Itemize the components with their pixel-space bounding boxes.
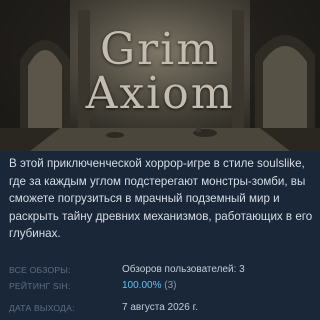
rating-row: РЕЙТИНГ SIH: 100.00% (3) — [9, 279, 314, 293]
game-capsule-image[interactable]: Grim Axiom — [0, 0, 320, 151]
rating-count: (3) — [164, 280, 177, 291]
rating-label: РЕЙТИНГ SIH: — [9, 281, 71, 291]
all-reviews-label: ВСЕ ОБЗОРЫ: — [9, 265, 71, 275]
release-date-value: 7 августа 2026 г. — [122, 302, 198, 313]
game-description: В этой приключенческой хоррор-игре в сти… — [9, 157, 313, 240]
rating-percent: 100.00% — [122, 280, 162, 291]
release-date-label: ДАТА ВЫХОДА: — [9, 303, 75, 313]
game-title-line1: Grim — [100, 24, 220, 75]
rating-value[interactable]: 100.00% (3) — [122, 279, 177, 293]
game-title-line2: Axiom — [85, 68, 235, 119]
all-reviews-row: ВСЕ ОБЗОРЫ: Обзоров пользователей: 3 — [9, 263, 314, 277]
release-date-row: ДАТА ВЫХОДА: 7 августа 2026 г. — [9, 301, 314, 315]
all-reviews-value[interactable]: Обзоров пользователей: 3 — [122, 263, 245, 277]
